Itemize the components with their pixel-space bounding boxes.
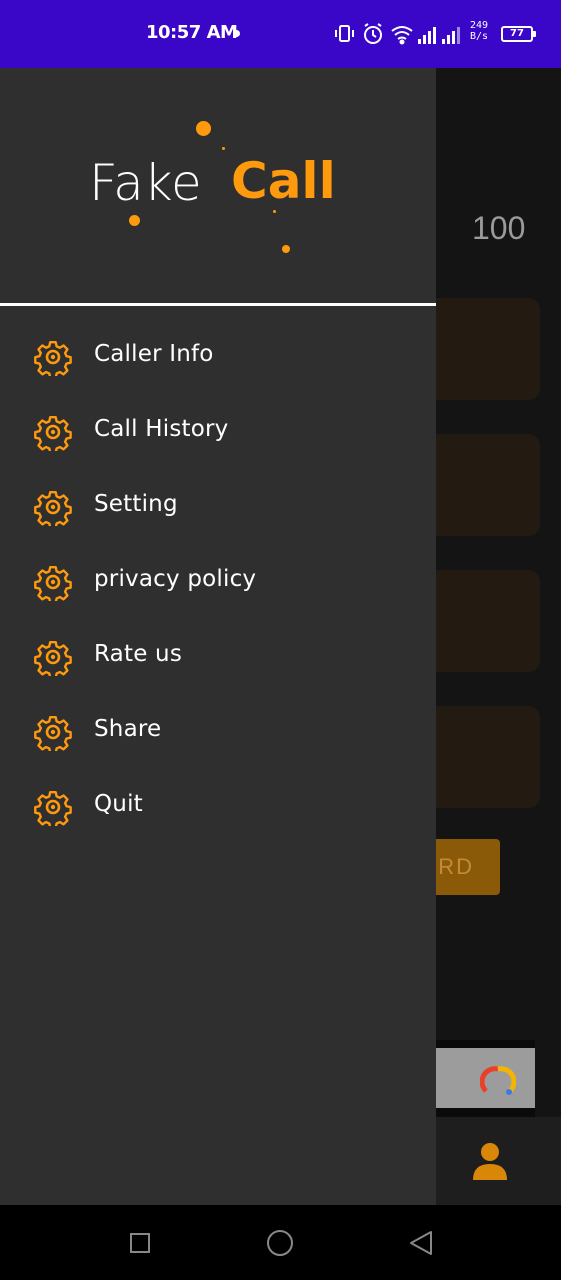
logo-fake: Fake	[89, 154, 202, 212]
recent-apps-icon[interactable]	[130, 1233, 150, 1253]
home-icon[interactable]	[267, 1230, 293, 1256]
status-bar: 10:57 AM 249 B/s 77	[0, 0, 561, 68]
network-speed-unit: B/s	[470, 31, 489, 42]
decor-dot	[282, 245, 290, 253]
network-speed: 249 B/s	[470, 20, 488, 42]
menu-item-label: Caller Info	[94, 341, 214, 367]
background-card	[420, 298, 540, 400]
gear-icon	[34, 340, 72, 376]
ad-banner-body	[420, 1048, 535, 1108]
background-card	[420, 706, 540, 808]
decor-dot	[222, 147, 225, 150]
system-navigation-bar	[0, 1205, 561, 1280]
navigation-drawer: Fake Call Caller Info Call History Setti…	[0, 68, 436, 1205]
menu-item-label: Share	[94, 716, 162, 742]
background-card	[420, 434, 540, 536]
menu-item-privacy-policy[interactable]: privacy policy	[0, 543, 436, 618]
drawer-divider	[0, 303, 436, 306]
drawer-menu: Caller Info Call History Setting privacy…	[0, 318, 436, 843]
drawer-header: Fake Call	[0, 68, 436, 304]
signal-2-icon	[442, 27, 460, 44]
decor-dot	[273, 210, 276, 213]
status-time: 10:57 AM	[146, 22, 238, 43]
ad-banner	[420, 1040, 535, 1117]
menu-item-label: Quit	[94, 791, 143, 817]
gear-icon	[34, 415, 72, 451]
status-icons	[335, 23, 460, 45]
gear-icon	[34, 790, 72, 826]
background-value: 100	[472, 210, 526, 246]
notification-dot-icon	[233, 30, 240, 37]
menu-item-label: privacy policy	[94, 566, 257, 592]
network-speed-value: 249	[470, 20, 489, 31]
gear-icon	[34, 715, 72, 751]
battery-icon: 77	[501, 26, 536, 42]
menu-item-share[interactable]: Share	[0, 693, 436, 768]
decor-dot	[196, 121, 211, 136]
menu-item-label: Setting	[94, 491, 178, 517]
menu-item-label: Rate us	[94, 641, 183, 667]
background-button-label: RD	[438, 854, 474, 879]
decor-dot	[129, 215, 140, 226]
menu-item-setting[interactable]: Setting	[0, 468, 436, 543]
menu-item-rate-us[interactable]: Rate us	[0, 618, 436, 693]
gear-icon	[34, 640, 72, 676]
menu-item-quit[interactable]: Quit	[0, 768, 436, 843]
signal-icon	[418, 27, 436, 44]
battery-level: 77	[510, 28, 524, 39]
gear-icon	[34, 490, 72, 526]
back-icon[interactable]	[409, 1230, 433, 1256]
user-icon	[473, 1143, 507, 1180]
gear-icon	[34, 565, 72, 601]
menu-item-call-history[interactable]: Call History	[0, 393, 436, 468]
ad-logo-icon	[480, 1066, 516, 1095]
menu-item-caller-info[interactable]: Caller Info	[0, 318, 436, 393]
menu-item-label: Call History	[94, 416, 229, 442]
wifi-icon	[391, 26, 413, 45]
logo-call: Call	[231, 152, 336, 210]
alarm-icon	[364, 23, 382, 44]
vibrate-icon	[335, 25, 354, 42]
background-card	[420, 570, 540, 672]
